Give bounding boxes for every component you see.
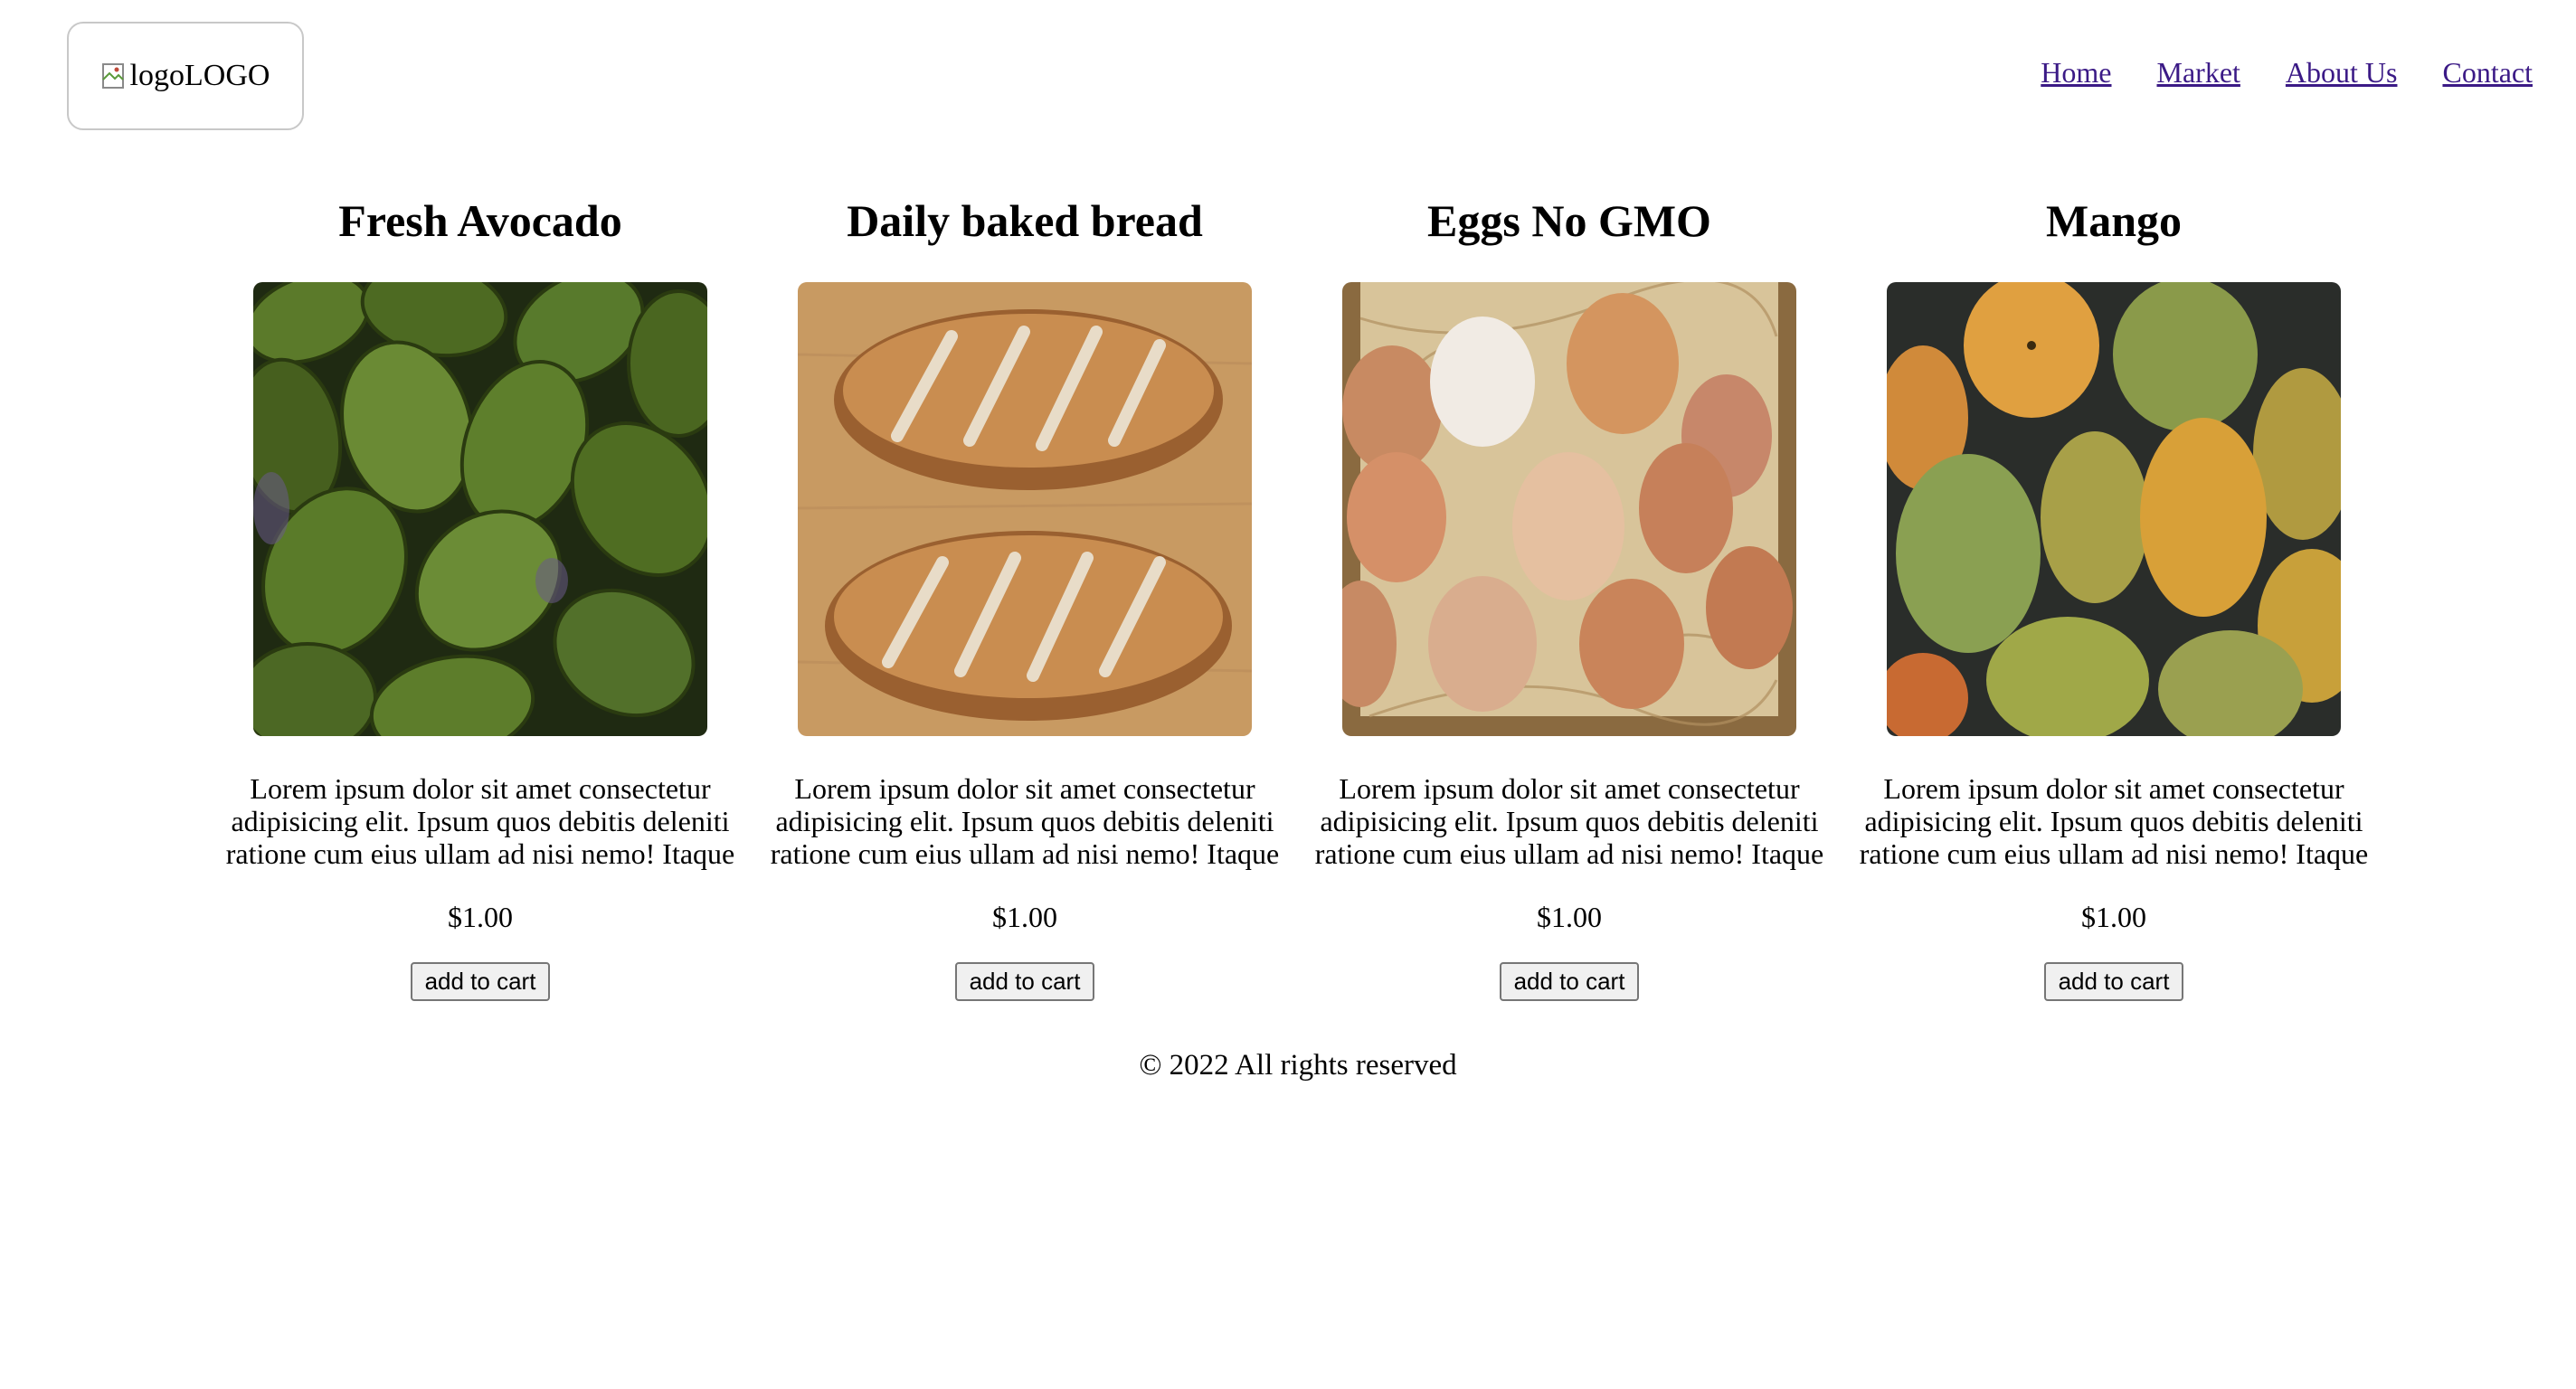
product-title: Eggs No GMO [1427, 195, 1711, 246]
bread-photo [798, 282, 1252, 736]
product-title: Daily baked bread [847, 195, 1203, 246]
product-price: $1.00 [992, 901, 1057, 933]
product-price: $1.00 [1537, 901, 1602, 933]
product-card: Mango Lorem ipsum dolor sit amet consect… [1842, 181, 2386, 1001]
product-card: Daily baked bread Lorem ipsum dolor sit … [753, 181, 1297, 1001]
logo-text: LOGO [185, 59, 270, 92]
product-title: Mango [2046, 195, 2182, 246]
product-description: Lorem ipsum dolor sit amet consectetur a… [1859, 772, 2369, 870]
product-description: Lorem ipsum dolor sit amet consectetur a… [1314, 772, 1824, 870]
main-nav: Home Market About Us Contact [2041, 56, 2533, 90]
nav-link-market[interactable]: Market [2157, 56, 2240, 90]
product-card: Eggs No GMO Lorem ipsum dolor sit amet c… [1297, 181, 1842, 1001]
product-price: $1.00 [2081, 901, 2146, 933]
add-to-cart-button[interactable]: add to cart [410, 962, 551, 1001]
add-to-cart-button[interactable]: add to cart [1499, 962, 1640, 1001]
broken-image-icon [101, 61, 128, 90]
nav-link-about-us[interactable]: About Us [2286, 56, 2398, 90]
footer-copyright: © 2022 All rights reserved [1139, 1049, 1457, 1082]
logo-alt-text: logo [129, 59, 185, 92]
product-grid: Fresh Avocado Lorem ipsum dolor sit amet… [208, 181, 2386, 1001]
add-to-cart-button[interactable]: add to cart [954, 962, 1095, 1001]
product-title: Fresh Avocado [338, 195, 622, 246]
product-description: Lorem ipsum dolor sit amet consectetur a… [770, 772, 1280, 870]
product-card: Fresh Avocado Lorem ipsum dolor sit amet… [208, 181, 753, 1001]
add-to-cart-button[interactable]: add to cart [2043, 962, 2184, 1001]
avocado-photo [253, 282, 707, 736]
product-description: Lorem ipsum dolor sit amet consectetur a… [225, 772, 735, 870]
logo[interactable]: logo LOGO [67, 22, 304, 130]
site-header: logo LOGO Home Market About Us Contact [0, 0, 2576, 154]
product-price: $1.00 [448, 901, 513, 933]
eggs-photo [1342, 282, 1796, 736]
mango-photo [1887, 282, 2341, 736]
nav-link-home[interactable]: Home [2041, 56, 2111, 90]
nav-link-contact[interactable]: Contact [2442, 56, 2533, 90]
